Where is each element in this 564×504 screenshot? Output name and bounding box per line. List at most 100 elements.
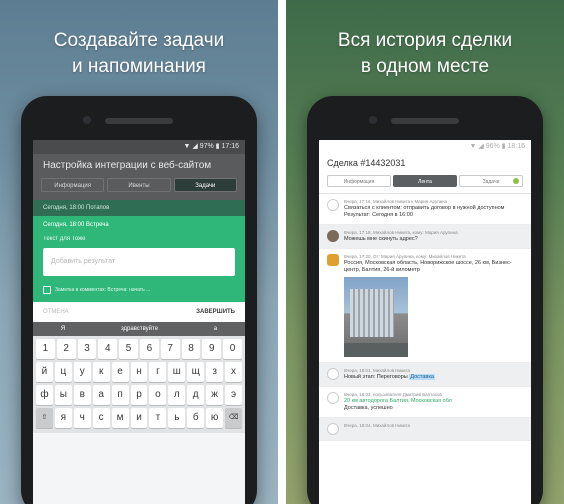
right-promo-panel: Вся история сделки в одном месте ▼ ◢ 96%… [286, 0, 564, 504]
keyboard-key[interactable]: 1 [36, 339, 55, 359]
keyboard-key[interactable]: 4 [98, 339, 118, 359]
keyboard-key[interactable]: 6 [139, 339, 159, 359]
suggestion-3[interactable]: а [214, 322, 217, 336]
feed-text: Россия, Московская область, Новорижское … [344, 260, 512, 273]
keyboard-key[interactable]: щ [187, 362, 205, 382]
left-promo-panel: Создавайте задачи и напоминания ▼ ◢ 97% … [0, 0, 278, 504]
task-actions: ОТМЕНА ЗАВЕРШИТЬ [33, 302, 245, 322]
feed-meta: Вчера, 18:04, Михайлов Никита [344, 423, 411, 428]
speaker-grille [105, 118, 173, 124]
keyboard-key[interactable]: у [73, 362, 91, 382]
feed-extra: Результат: Сегодня в 16:00 [344, 212, 413, 218]
feed-text: 20 км автодорога Балтия, Московская обл [344, 398, 452, 404]
tab-tasks[interactable]: Задачи [173, 178, 237, 192]
left-phone-screen: ▼ ◢ 97% ▮ 17:16 Настройка интеграции с в… [33, 140, 245, 504]
keyboard-key[interactable]: ф [36, 385, 53, 405]
keyboard-row-1: йцукенгшщзх [36, 362, 242, 382]
feed-text: Можешь мне скинуть адрес? [344, 236, 418, 242]
keyboard-key[interactable]: 5 [119, 339, 138, 359]
keyboard-key[interactable]: 3 [77, 339, 97, 359]
keyboard-key[interactable]: д [187, 385, 205, 405]
keyboard-key[interactable]: ы [54, 385, 72, 405]
stage-circle-icon [327, 423, 339, 435]
keyboard-key[interactable]: ч [73, 408, 91, 428]
stage-after: Доставка [409, 374, 435, 380]
keyboard-key[interactable]: э [225, 385, 242, 405]
feed-item[interactable]: Вчера, 18:01, Михайлов Никита Новый этап… [319, 363, 531, 387]
keyboard-key[interactable]: е [111, 362, 129, 382]
suggestion-1[interactable]: Я [61, 322, 65, 336]
task-circle-icon [327, 199, 339, 211]
cancel-button[interactable]: ОТМЕНА [43, 309, 69, 315]
keyboard-key[interactable]: ш [168, 362, 186, 382]
keyboard-key[interactable]: я [54, 408, 72, 428]
keyboard-key[interactable]: б [187, 408, 205, 428]
task-text-line: Текст для Тоже [43, 236, 86, 242]
keyboard-key[interactable]: 8 [181, 339, 201, 359]
feed-item[interactable]: Вчера, 17:20, От: Мария Арупина, кому: М… [319, 249, 531, 363]
keyboard-key[interactable]: ю [206, 408, 224, 428]
status-bar: ▼ ◢ 96% ▮ 18:16 [319, 140, 531, 154]
keyboard-key[interactable]: о [149, 385, 167, 405]
checkbox[interactable] [43, 286, 51, 294]
keyboard-key[interactable]: ц [54, 362, 72, 382]
keyboard-key[interactable]: 2 [56, 339, 76, 359]
feed-item[interactable]: Вчера, 18:03, пользователя Дмитрий Балта… [319, 387, 531, 418]
stage-label: Новый этап: [344, 374, 376, 380]
keyboard-key[interactable]: 9 [202, 339, 222, 359]
keyboard-key[interactable]: с [92, 408, 110, 428]
left-headline: Создавайте задачи и напоминания [0, 28, 278, 80]
keyboard-key[interactable]: и [130, 408, 148, 428]
suggestion-2[interactable]: здравствуйте [121, 322, 158, 336]
keyboard-key[interactable]: х [225, 362, 242, 382]
tab-events[interactable]: Ивенты [107, 178, 171, 192]
keyboard-key[interactable]: р [130, 385, 148, 405]
keyboard-key[interactable]: ⌫ [225, 408, 242, 428]
left-tabs: Информация Ивенты Задачи [33, 178, 245, 200]
keyboard-key[interactable]: м [111, 408, 129, 428]
keyboard-key[interactable]: к [92, 362, 110, 382]
keyboard-key[interactable]: а [92, 385, 110, 405]
tasks-badge [513, 178, 519, 184]
keyboard-row-numbers: 1234567890 [36, 339, 242, 359]
tab-tasks-label: Задачи [482, 179, 500, 185]
keyboard-key[interactable]: ь [168, 408, 186, 428]
complete-button[interactable]: ЗАВЕРШИТЬ [196, 309, 235, 315]
left-phone: ▼ ◢ 97% ▮ 17:16 Настройка интеграции с в… [21, 96, 257, 504]
status-bar: ▼ ◢ 97% ▮ 17:16 [33, 140, 245, 154]
keyboard-key[interactable]: г [149, 362, 167, 382]
keyboard: Я здравствуйте а 1234567890 йцукенгшщзх … [33, 322, 245, 433]
keyboard-key[interactable]: з [206, 362, 224, 382]
tab-feed[interactable]: Лента [393, 175, 457, 187]
tab-tasks[interactable]: Задачи [459, 175, 523, 187]
keyboard-key[interactable]: н [130, 362, 148, 382]
checkbox-label: Заметка в комментах: Встреча: начать ... [55, 287, 151, 293]
task-time-line: Сегодня, 18:00 Встреча [43, 222, 109, 228]
right-phone-screen: ▼ ◢ 96% ▮ 18:16 Сделка #14432031 Информа… [319, 140, 531, 504]
tab-info[interactable]: Информация [327, 175, 391, 187]
keyboard-key[interactable]: п [111, 385, 129, 405]
keyboard-suggestions: Я здравствуйте а [33, 322, 245, 336]
keyboard-key[interactable]: ⇧ [36, 408, 53, 428]
keyboard-key[interactable]: ж [206, 385, 224, 405]
keyboard-key[interactable]: й [36, 362, 53, 382]
check-circle-icon [327, 392, 339, 404]
speaker-grille [391, 118, 459, 124]
left-headline-line1: Создавайте задачи [53, 30, 225, 51]
keyboard-key[interactable]: 7 [160, 339, 180, 359]
feed-item[interactable]: Вчера, 17:18, Михайлов Никита, кому: Мар… [319, 225, 531, 249]
feed-item[interactable]: Вчера, 18:04, Михайлов Никита [319, 418, 531, 441]
checkbox-row[interactable]: Заметка в комментах: Встреча: начать ... [33, 286, 245, 302]
result-input[interactable]: Добавить результат [43, 248, 235, 276]
camera-icon [83, 116, 91, 124]
map-pin-icon [327, 254, 339, 266]
building-photo[interactable] [344, 277, 408, 357]
keyboard-key[interactable]: в [73, 385, 91, 405]
feed-text: Связаться с клиентом: отправить договор … [344, 205, 505, 211]
tab-info[interactable]: Информация [41, 178, 105, 192]
deal-tabs: Информация Лента Задачи [319, 172, 531, 194]
feed-item[interactable]: Вчера, 17:16, Михайлов Никита к Мария Ар… [319, 194, 531, 225]
keyboard-key[interactable]: т [149, 408, 167, 428]
keyboard-key[interactable]: л [168, 385, 186, 405]
keyboard-key[interactable]: 0 [223, 339, 242, 359]
